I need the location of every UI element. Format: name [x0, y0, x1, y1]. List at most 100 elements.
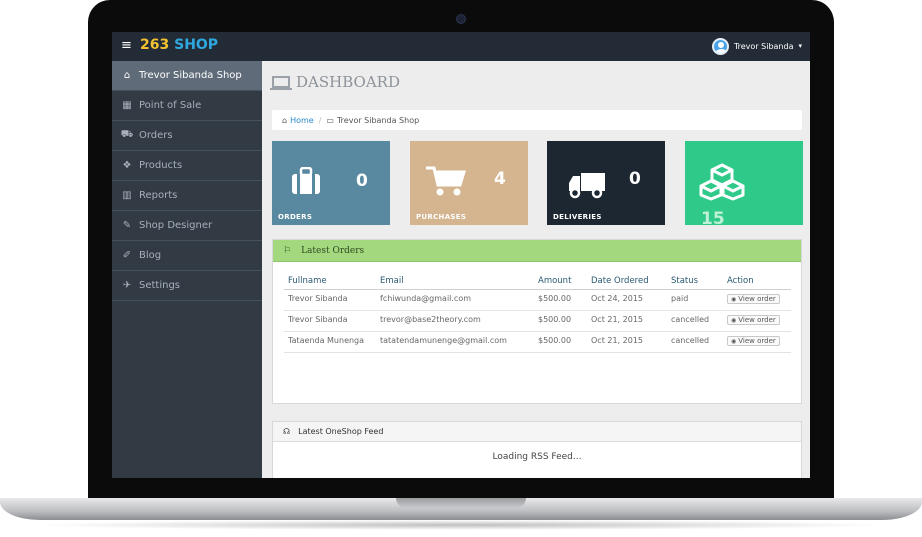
sidebar-item-label: Shop Designer	[139, 220, 213, 231]
flag-icon: ⚐	[283, 245, 292, 256]
truck-icon	[569, 173, 605, 199]
sidebar-item-label: Trevor Sibanda Shop	[139, 70, 242, 81]
cell-email: tatatendamunenge@gmail.com	[376, 331, 534, 353]
stat-tile-deliveries[interactable]: 0 DELIVERIES	[547, 141, 665, 225]
cell-action: ◉ View order	[723, 310, 791, 332]
cell-email: trevor@base2theory.com	[376, 310, 534, 332]
hamburger-icon[interactable]: ≡	[121, 38, 132, 53]
cart-icon: ⛟	[120, 129, 134, 140]
webcam	[456, 14, 466, 24]
table-row: Trevor Sibanda fchiwunda@gmail.com $500.…	[284, 289, 791, 311]
sidebar-item-products[interactable]: ❖ Products	[112, 151, 262, 181]
stat-value: 0	[629, 169, 641, 189]
feed-panel: ☊ Latest OneShop Feed Loading RSS Feed..…	[272, 421, 802, 478]
brush-icon: ✎	[122, 220, 132, 231]
cell-fullname: Tataenda Munenga	[284, 331, 376, 353]
stat-tile-products[interactable]: 15	[685, 141, 803, 229]
column-header: Status	[667, 276, 723, 290]
briefcase-icon	[292, 167, 320, 194]
cell-fullname: Trevor Sibanda	[284, 310, 376, 332]
stat-value: 0	[356, 171, 368, 191]
cell-amount: $500.00	[534, 331, 587, 353]
breadcrumb-separator: /	[318, 115, 322, 125]
laptop-shadow	[30, 520, 892, 530]
sidebar-item-label: Products	[139, 160, 183, 171]
calculator-icon: ▦	[122, 100, 132, 111]
latest-orders-panel: ⚐ Latest Orders Fullname Email Amount Da…	[272, 239, 802, 404]
laptop-icon: ▭	[326, 115, 334, 125]
column-header: Action	[723, 276, 791, 290]
sidebar-item-reports[interactable]: ▥ Reports	[112, 181, 262, 211]
cell-amount: $500.00	[534, 310, 587, 332]
brand-word: SHOP	[174, 37, 219, 53]
view-order-label: View order	[738, 316, 776, 324]
sidebar-item-label: Point of Sale	[139, 100, 202, 111]
cell-status: cancelled	[667, 310, 723, 332]
page-title: DASHBOARD	[270, 73, 400, 91]
sidebar-item-label: Reports	[139, 190, 178, 201]
stat-label: PURCHASES	[416, 213, 467, 221]
sidebar: ⌂ Trevor Sibanda Shop ▦ Point of Sale ⛟ …	[112, 61, 262, 478]
breadcrumb-current: Trevor Sibanda Shop	[336, 115, 420, 125]
stat-label: DELIVERIES	[553, 213, 602, 221]
table-header-row: Fullname Email Amount Date Ordered Statu…	[284, 276, 791, 290]
cell-action: ◉ View order	[723, 289, 791, 311]
monitor-icon	[270, 76, 292, 90]
main-content: DASHBOARD ⌂ Home / ▭ Trevor Sibanda Shop…	[262, 61, 810, 478]
orders-table: Fullname Email Amount Date Ordered Statu…	[284, 276, 791, 353]
sidebar-item-shop-designer[interactable]: ✎ Shop Designer	[112, 211, 262, 241]
latest-orders-header: ⚐ Latest Orders	[273, 240, 801, 262]
cell-amount: $500.00	[534, 289, 587, 311]
sidebar-item-label: Orders	[139, 130, 173, 141]
stat-label: ORDERS	[278, 213, 313, 221]
panel-title: Latest Orders	[301, 245, 365, 256]
sidebar-item-orders[interactable]: ⛟ Orders	[112, 121, 262, 151]
column-header: Email	[376, 276, 534, 290]
shopping-cart-icon	[426, 166, 467, 196]
breadcrumb-home-link[interactable]: Home	[290, 116, 314, 125]
eye-icon: ◉	[731, 317, 737, 324]
app-screen: ≡ 263 SHOP Trevor Sibanda ▾ ⌂ Trevor Sib…	[112, 32, 810, 478]
feed-loading-text: Loading RSS Feed...	[492, 452, 582, 462]
stat-tile-purchases[interactable]: 4 PURCHASES	[410, 141, 528, 225]
table-row: Tataenda Munenga tatatendamunenge@gmail.…	[284, 331, 791, 353]
sidebar-item-label: Blog	[139, 250, 162, 261]
view-order-button[interactable]: ◉ View order	[727, 336, 780, 346]
cell-status: paid	[667, 289, 723, 311]
edit-icon: ✐	[122, 250, 132, 261]
stat-tile-orders[interactable]: 0 ORDERS	[272, 141, 390, 225]
stat-value: 15	[701, 209, 725, 229]
view-order-label: View order	[738, 295, 776, 303]
rss-icon: ☊	[283, 427, 291, 436]
cell-date: Oct 21, 2015	[587, 310, 667, 332]
home-icon: ⌂	[282, 115, 288, 125]
feed-header: ☊ Latest OneShop Feed	[273, 422, 801, 442]
brand-number: 263	[140, 37, 170, 53]
avatar	[711, 37, 729, 55]
brand-logo[interactable]: 263 SHOP	[140, 37, 218, 53]
sidebar-item-point-of-sale[interactable]: ▦ Point of Sale	[112, 91, 262, 121]
stat-value: 4	[494, 169, 506, 189]
cubes-icon: ❖	[122, 160, 132, 171]
view-order-button[interactable]: ◉ View order	[727, 315, 780, 325]
cell-email: fchiwunda@gmail.com	[376, 289, 534, 311]
sidebar-item-settings[interactable]: ✈ Settings	[112, 271, 262, 301]
bar-chart-icon: ▥	[122, 190, 132, 201]
cell-action: ◉ View order	[723, 331, 791, 353]
column-header: Date Ordered	[587, 276, 667, 290]
view-order-label: View order	[738, 337, 776, 345]
sidebar-item-shop[interactable]: ⌂ Trevor Sibanda Shop	[112, 61, 262, 91]
cell-date: Oct 21, 2015	[587, 331, 667, 353]
sidebar-item-blog[interactable]: ✐ Blog	[112, 241, 262, 271]
view-order-button[interactable]: ◉ View order	[727, 294, 780, 304]
sidebar-item-label: Settings	[139, 280, 181, 291]
breadcrumb: ⌂ Home / ▭ Trevor Sibanda Shop	[272, 110, 802, 130]
column-header: Fullname	[284, 276, 376, 290]
laptop-notch	[396, 498, 526, 508]
user-name: Trevor Sibanda	[733, 41, 794, 51]
eye-icon: ◉	[731, 296, 737, 303]
cell-date: Oct 24, 2015	[587, 289, 667, 311]
panel-title: Latest OneShop Feed	[298, 427, 384, 436]
user-menu[interactable]: Trevor Sibanda ▾	[711, 36, 802, 56]
cell-status: cancelled	[667, 331, 723, 353]
